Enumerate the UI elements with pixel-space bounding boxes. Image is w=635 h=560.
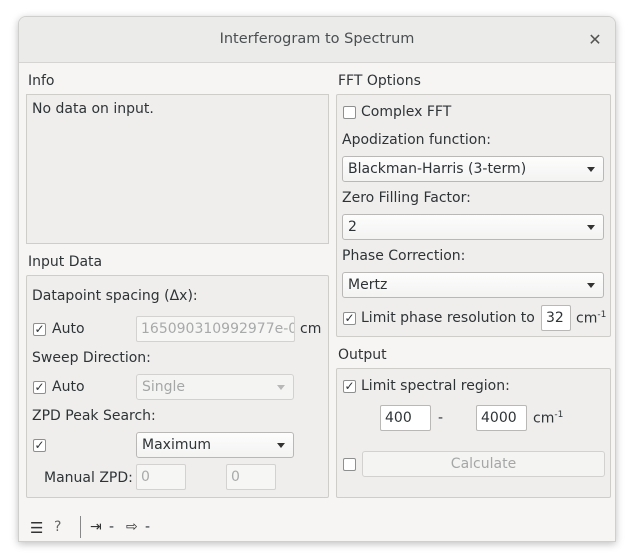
spacing-auto-checkbox[interactable]: ✓ — [33, 323, 46, 336]
region-dash: - — [438, 410, 444, 426]
limit-phase-checkbox[interactable]: ✓ — [343, 312, 356, 325]
info-heading: Info — [28, 73, 55, 89]
output-count: - — [145, 519, 151, 535]
phase-correction-label: Phase Correction: — [342, 248, 466, 264]
manual-zpd-input-1[interactable]: 0 — [136, 464, 186, 490]
checkmark-icon: ✓ — [34, 322, 45, 336]
sweep-direction-select[interactable]: Single — [136, 374, 294, 400]
limit-phase-label: Limit phase resolution to — [361, 310, 535, 326]
datapoint-spacing-label: Datapoint spacing (Δx): — [32, 288, 198, 304]
region-max-input[interactable]: 4000 — [476, 405, 527, 431]
region-min-input[interactable]: 400 — [380, 405, 431, 431]
limit-region-checkbox[interactable]: ✓ — [343, 380, 356, 393]
fft-options-group: Complex FFT Apodization function: Blackm… — [336, 94, 611, 337]
manual-zpd-input-2[interactable]: 0 — [226, 464, 276, 490]
region-unit-text: cm — [533, 410, 555, 427]
output-heading: Output — [338, 347, 387, 363]
limit-phase-unit: cm-1 — [576, 310, 606, 327]
apodization-value: Blackman-Harris (3-term) — [348, 161, 527, 177]
limit-phase-input[interactable]: 32 — [541, 305, 571, 331]
sweep-auto-checkbox[interactable]: ✓ — [33, 381, 46, 394]
calculate-button[interactable]: Calculate — [362, 451, 605, 477]
spacing-auto-label: Auto — [52, 321, 85, 337]
limit-region-label: Limit spectral region: — [361, 378, 510, 394]
sweep-direction-label: Sweep Direction: — [32, 350, 151, 366]
checkmark-icon: ✓ — [344, 379, 355, 393]
apodization-label: Apodization function: — [342, 132, 491, 148]
zpd-peak-search-select[interactable]: Maximum — [136, 432, 294, 458]
zpd-peak-search-value: Maximum — [142, 437, 211, 453]
chevron-down-icon — [277, 385, 285, 390]
spacing-unit: cm — [300, 321, 322, 337]
status-separator — [80, 516, 81, 538]
phase-correction-value: Mertz — [348, 277, 388, 293]
zpd-peak-search-checkbox[interactable]: ✓ — [33, 439, 46, 452]
fft-options-heading: FFT Options — [338, 73, 421, 89]
checkmark-icon: ✓ — [34, 380, 45, 394]
output-group: ✓ Limit spectral region: 400 - 4000 cm-1… — [336, 368, 611, 498]
chevron-down-icon — [587, 225, 595, 230]
sweep-auto-label: Auto — [52, 379, 85, 395]
output-icon[interactable]: ⇨ — [126, 519, 138, 535]
zero-filling-value: 2 — [348, 219, 357, 235]
info-box: No data on input. — [26, 94, 329, 244]
input-count: - — [109, 519, 115, 535]
region-unit: cm-1 — [533, 410, 563, 427]
complex-fft-checkbox[interactable] — [343, 106, 356, 119]
spacing-input[interactable]: 165090310992977e-05 — [136, 316, 295, 342]
menu-icon[interactable]: ☰ — [30, 519, 43, 537]
input-data-heading: Input Data — [28, 254, 103, 270]
region-unit-sup: -1 — [554, 410, 564, 420]
title-bar: Interferogram to Spectrum ✕ — [19, 17, 615, 63]
chevron-down-icon — [277, 443, 285, 448]
limit-phase-unit-sup: -1 — [597, 310, 607, 320]
sweep-direction-value: Single — [142, 379, 186, 395]
dialog-window: Interferogram to Spectrum ✕ Info No data… — [18, 16, 616, 542]
limit-phase-unit-text: cm — [576, 310, 598, 327]
input-icon[interactable]: ⇥ — [90, 519, 102, 535]
phase-correction-select[interactable]: Mertz — [342, 272, 604, 298]
auto-calculate-checkbox[interactable] — [343, 458, 356, 471]
checkmark-icon: ✓ — [34, 438, 45, 452]
zero-filling-label: Zero Filling Factor: — [342, 190, 471, 206]
manual-zpd-label: Manual ZPD: — [44, 470, 133, 486]
help-icon[interactable]: ? — [54, 519, 61, 535]
checkmark-icon: ✓ — [344, 311, 355, 325]
window-title: Interferogram to Spectrum — [219, 31, 415, 47]
zpd-peak-search-label: ZPD Peak Search: — [32, 408, 156, 424]
chevron-down-icon — [587, 167, 595, 172]
info-text: No data on input. — [32, 101, 154, 117]
zero-filling-select[interactable]: 2 — [342, 214, 604, 240]
chevron-down-icon — [587, 283, 595, 288]
close-icon[interactable]: ✕ — [585, 30, 605, 50]
input-data-group: Datapoint spacing (Δx): ✓ Auto 165090310… — [26, 275, 329, 498]
apodization-select[interactable]: Blackman-Harris (3-term) — [342, 156, 604, 182]
complex-fft-label: Complex FFT — [361, 104, 452, 120]
